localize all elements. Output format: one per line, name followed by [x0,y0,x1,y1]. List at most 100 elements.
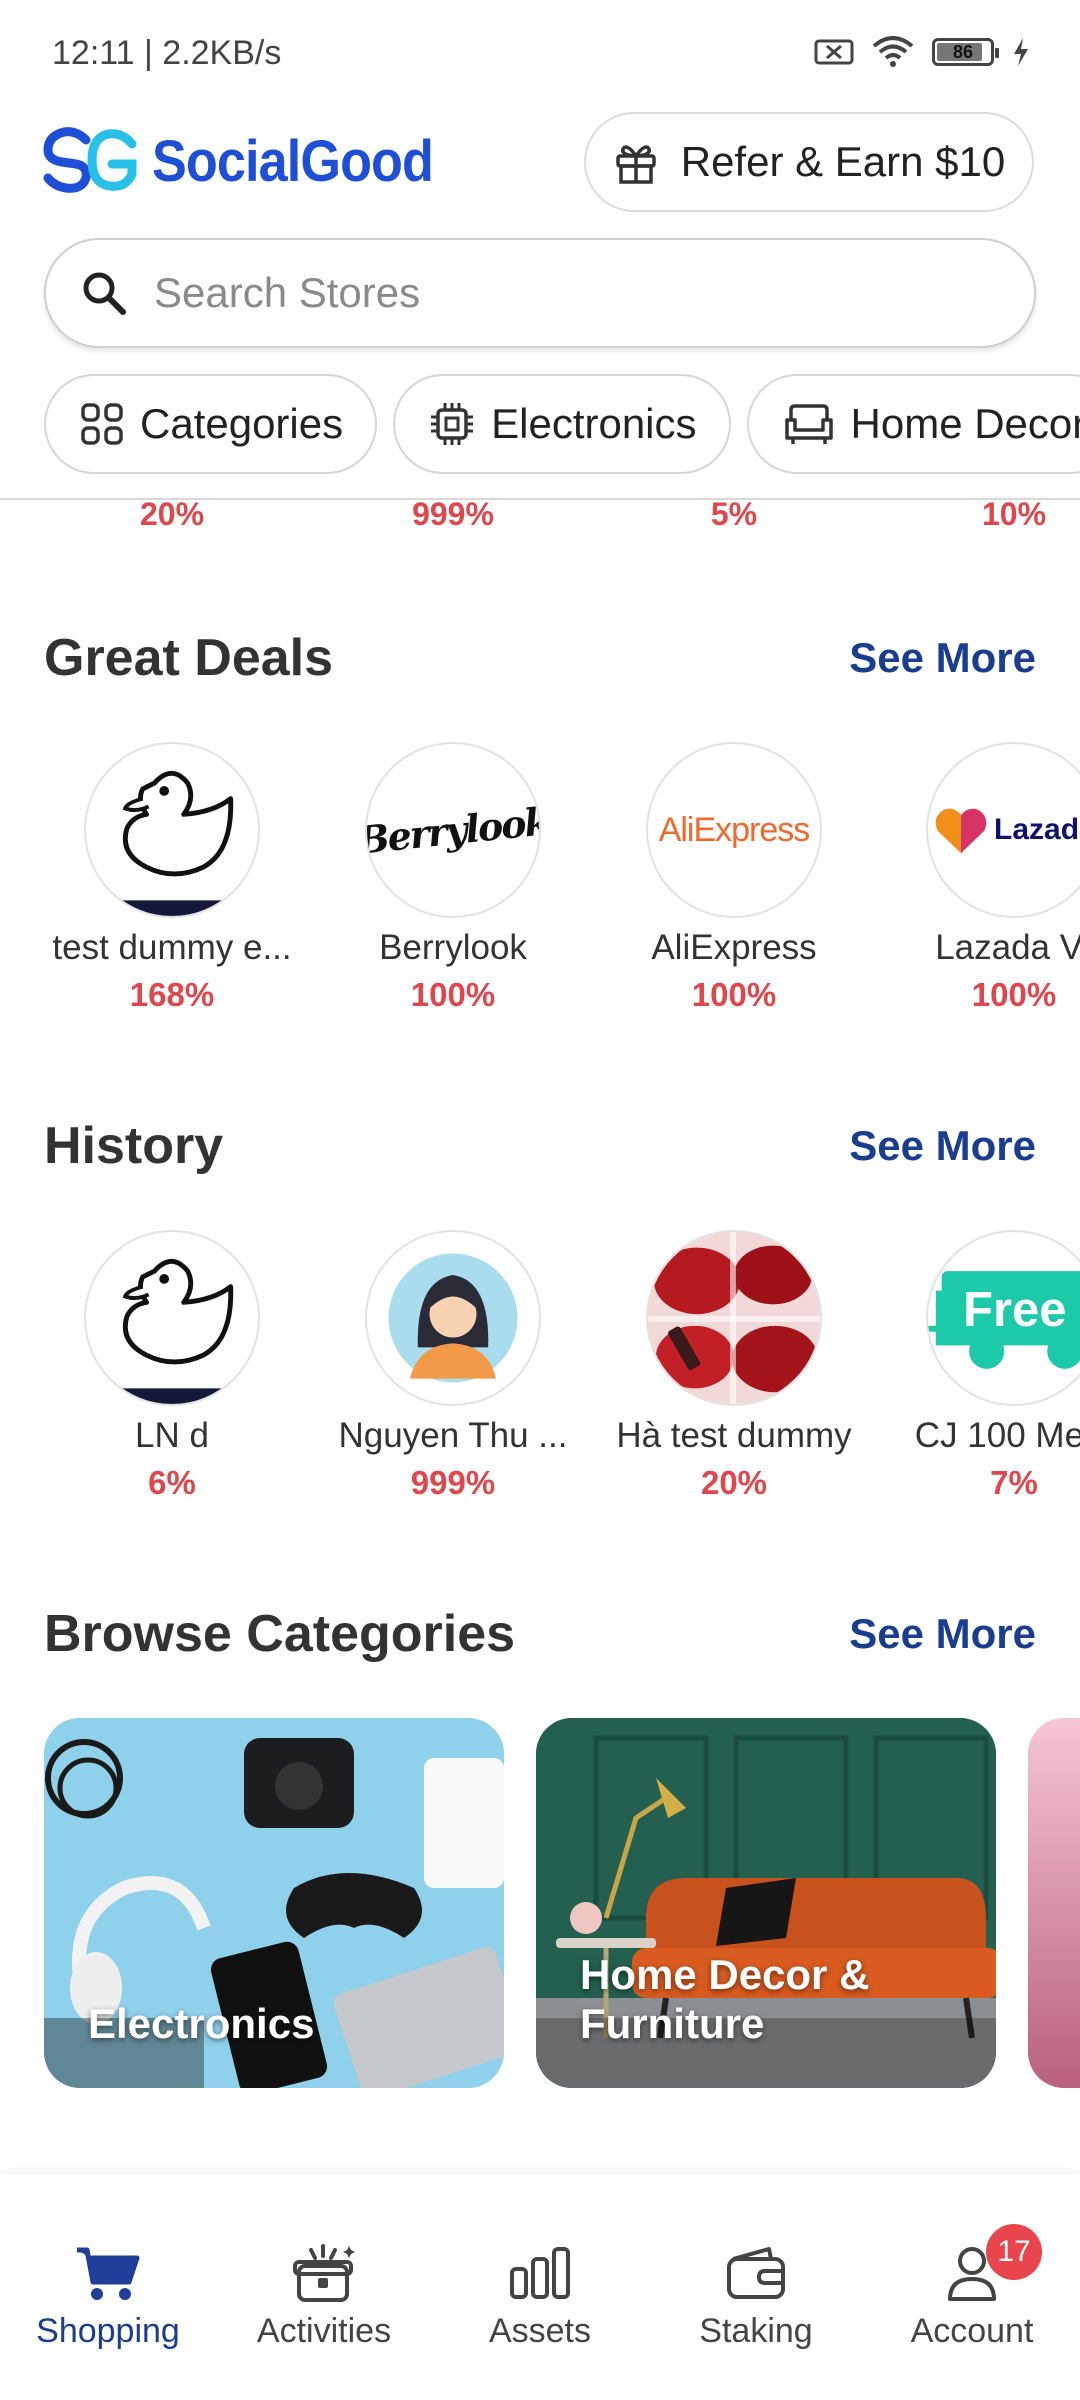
see-more-link[interactable]: See More [849,634,1036,682]
chip-categories[interactable]: Categories [44,374,378,474]
history-header: History See More [44,1116,1036,1176]
nav-label: Activities [256,2312,392,2350]
see-more-link[interactable]: See More [849,1122,1036,1170]
chip-label: Categories [140,400,344,447]
store-item[interactable]: Free CJ 100 Merc 7% [874,1230,1080,1502]
lipstick-photo-logo [646,1230,822,1406]
chip-home-decor[interactable]: Home Decor [746,374,1080,474]
nav-assets[interactable]: Assets [432,2238,648,2351]
sim-off-icon [814,39,854,65]
grid-icon [81,403,123,445]
status-time: 12:11 | 2.2KB/s [52,34,282,72]
socialgood-logo-icon [43,127,137,193]
category-label: Electronics [88,1999,315,2047]
status-bar: 12:11 | 2.2KB/s 86 [0,0,1080,100]
notification-badge: 17 [986,2224,1042,2280]
cashback-percent: 100% [971,976,1057,1013]
logo-text: SocialGood [152,128,434,194]
bar-chart-icon [510,2247,570,2299]
duck-logo [84,742,260,918]
store-item[interactable]: Nguyen Thu ... 999% [313,1230,593,1502]
cashback-percent: 7% [990,1464,1038,1501]
socialgood-logo[interactable]: SocialGood [42,126,464,196]
store-name: Lazada VI [935,928,1080,967]
battery-icon: 86 [932,38,999,66]
status-icons: 86 [814,36,1030,68]
nav-account[interactable]: 17 Account [864,2224,1080,2351]
browse-categories-header: Browse Categories See More [44,1604,1036,1664]
avatar-woman-logo [365,1230,541,1406]
cashback-percent: 10% [981,496,1047,532]
store-name: Hà test dummy [616,1416,852,1455]
cart-icon [77,2247,140,2300]
search-icon [83,272,126,315]
aliexpress-logo: AliExpress [646,742,822,918]
cashback-percent: 100% [410,976,496,1013]
app-header: SocialGood Refer & Earn $10 [0,108,1080,218]
category-label: Home Decor & Furniture [580,1951,870,2047]
bottom-navigation: Shopping Activities Assets Staking 17 Ac… [0,2174,1080,2400]
store-item[interactable]: LN d 6% [32,1230,312,1502]
category-cards-row: Electronics Home Decor & Furniture [0,1718,1080,2090]
cashback-percent: 100% [691,976,777,1013]
store-name: AliExpress [651,928,817,967]
store-name: CJ 100 Merc [914,1416,1080,1455]
gift-icon [615,145,656,184]
nav-label: Assets [488,2312,592,2350]
great-deals-header: Great Deals See More [44,628,1036,688]
chip-electronics[interactable]: Electronics [393,374,731,474]
section-title: Browse Categories [44,1605,516,1663]
cashback-percent: 20% [700,1464,768,1501]
beauty-photo [1028,1718,1080,2088]
store-item[interactable]: Lazada Lazada VI 100% [874,742,1080,1014]
search-bar[interactable] [44,238,1036,348]
category-card-home-decor[interactable]: Home Decor & Furniture [536,1718,996,2088]
store-item[interactable]: test dummy e... 168% [32,742,312,1014]
store-item[interactable]: Berrylook Berrylook 100% [313,742,593,1014]
history-row: LN d 6% Nguyen Thu ... 999% Hà test dumm… [0,1230,1080,1530]
section-title: History [44,1117,224,1175]
berrylook-logo: Berrylook [365,742,541,918]
nav-label: Shopping [36,2312,180,2350]
store-item[interactable]: Hà test dummy 20% [594,1230,874,1502]
category-chips: Categories Electronics Home Decor [0,374,1080,478]
store-name: test dummy e... [52,928,292,967]
duck-logo [84,1230,260,1406]
store-name: Berrylook [379,928,527,967]
nav-staking[interactable]: Staking [648,2238,864,2351]
nav-shopping[interactable]: Shopping [0,2238,216,2351]
lazada-logo: Lazada [926,742,1080,918]
cashback-percent: 999% [412,496,494,532]
cashback-percent: 20% [139,496,205,532]
category-card-partial[interactable] [1028,1718,1080,2088]
svg-text:Free: Free [963,1283,1066,1337]
section-title: Great Deals [44,629,334,687]
store-name: LN d [135,1416,209,1455]
cashback-percent: 168% [129,976,215,1013]
category-card-electronics[interactable]: Electronics [44,1718,504,2088]
chip-label: Electronics [491,400,697,447]
cashback-percent: 6% [148,1464,196,1501]
free-shipping-logo: Free [926,1230,1080,1406]
gift-box-icon [293,2244,355,2302]
chip-icon [431,403,474,445]
chip-label: Home Decor [850,400,1080,447]
store-item[interactable]: AliExpress AliExpress 100% [594,742,874,1014]
charging-icon [1014,38,1028,66]
previous-row-percents: 20% 999% 5% 10% [0,496,1080,546]
great-deals-row: test dummy e... 168% Berrylook Berrylook… [0,742,1080,1042]
store-name: Nguyen Thu ... [338,1416,568,1455]
refer-earn-button[interactable]: Refer & Earn $10 [584,112,1034,212]
see-more-link[interactable]: See More [849,1610,1036,1658]
lazada-heart-icon [935,808,987,853]
nav-activities[interactable]: Activities [216,2238,432,2351]
wallet-icon [727,2247,785,2299]
cashback-percent: 999% [410,1464,496,1501]
refer-earn-label: Refer & Earn $10 [680,138,1006,185]
sofa-icon [784,404,833,444]
cashback-percent: 5% [710,496,758,532]
nav-label: Staking [699,2312,813,2350]
search-input[interactable] [154,269,954,317]
nav-label: Account [910,2312,1034,2350]
wifi-icon [872,36,914,67]
